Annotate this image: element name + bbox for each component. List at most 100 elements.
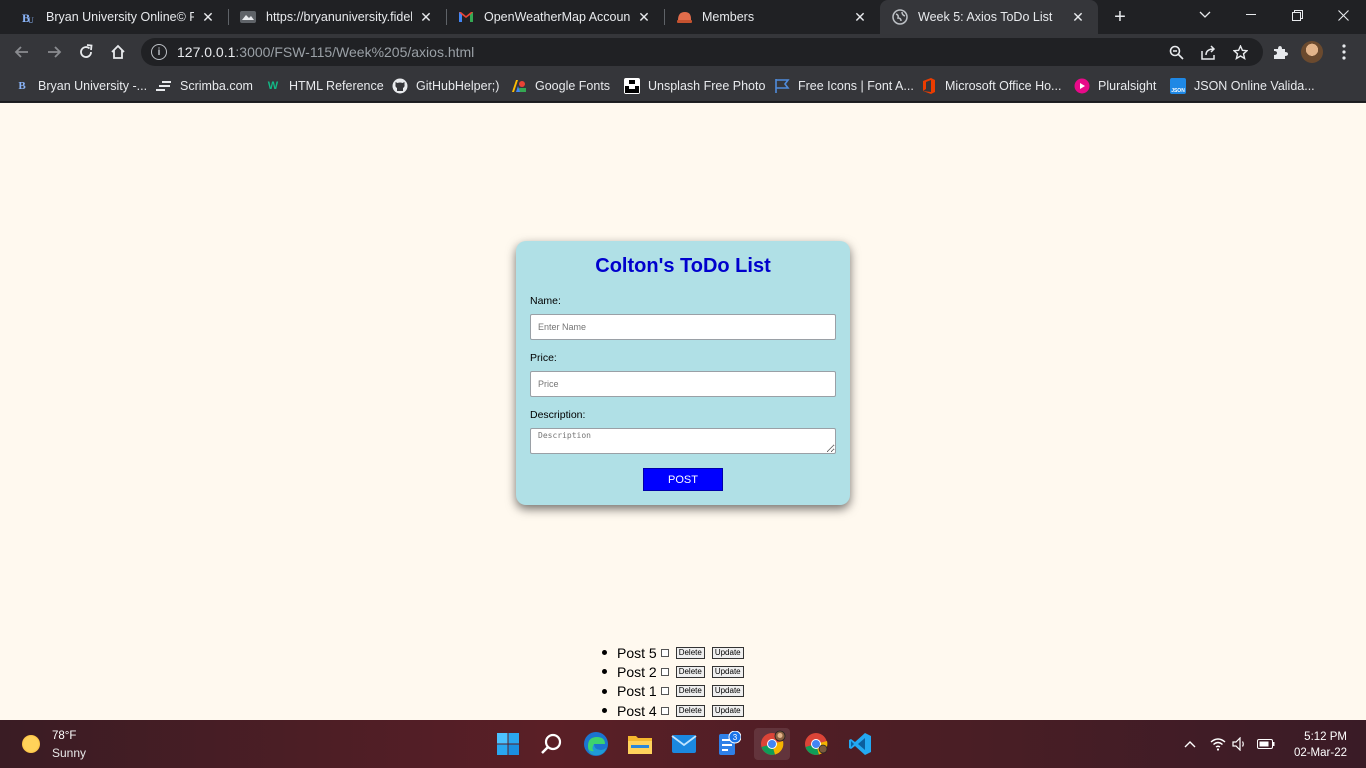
bookmark-label: Unsplash Free Photo [648,79,766,93]
delete-button[interactable]: Delete [675,665,705,678]
update-button[interactable]: Update [711,646,744,659]
description-textarea[interactable] [530,428,836,454]
delete-button[interactable]: Delete [675,646,705,659]
gmail-icon [458,9,474,25]
close-window-icon[interactable] [1320,0,1366,30]
bookmark-label: HTML Reference [289,79,384,93]
reload-icon[interactable] [72,38,100,66]
new-tab-icon[interactable]: + [1109,6,1131,28]
battery-icon[interactable] [1256,734,1276,754]
forward-icon[interactable] [40,38,68,66]
list-item: Post 5 Delete Update [602,643,744,662]
mail-icon[interactable] [668,728,700,760]
bookmark-label: Google Fonts [535,79,611,93]
tab-fidelis[interactable]: https://bryanuniversity.fidelis ✕ [228,0,446,34]
zoom-icon[interactable] [1166,42,1186,62]
vscode-icon[interactable] [844,728,876,760]
todo-item-title: Post 5 [617,644,657,661]
edge-icon[interactable] [580,728,612,760]
update-button[interactable]: Update [711,685,744,698]
bookmark-google-fonts[interactable]: Google Fonts [511,76,610,96]
close-tab-icon[interactable]: ✕ [1070,9,1086,25]
bookmark-office[interactable]: Microsoft Office Ho... [921,76,1061,96]
home-icon[interactable] [104,38,132,66]
bookmark-label: Bryan University -... [38,79,148,93]
wifi-icon[interactable] [1208,734,1228,754]
list-item: Post 4 Delete Update [602,701,744,720]
todo-complete-checkbox[interactable] [660,687,669,696]
close-tab-icon[interactable]: ✕ [636,9,652,25]
todo-item-title: Post 1 [617,683,657,700]
weather-temperature[interactable]: 78°F [52,730,76,742]
menu-kebab-icon[interactable] [1334,42,1354,62]
site-info-icon[interactable]: i [151,44,167,60]
tab-bryan-university[interactable]: BU Bryan University Online© Fo ✕ [8,0,228,34]
file-explorer-icon[interactable] [624,728,656,760]
todo-form-card: Colton's ToDo List Name: Price: Descript… [516,241,850,505]
office-icon [921,78,937,94]
profile-avatar[interactable] [1301,41,1323,63]
weather-description[interactable]: Sunny [52,746,86,760]
tab-title: OpenWeatherMap Account c [484,10,630,24]
chrome-icon[interactable] [800,728,832,760]
volume-icon[interactable] [1230,734,1250,754]
bookmark-star-icon[interactable] [1230,42,1250,62]
windows-taskbar: 78°F Sunny 3 5:12 PM 02-Mar-22 [0,720,1366,768]
update-button[interactable]: Update [711,704,744,717]
system-clock[interactable]: 5:12 PM 02-Mar-22 [1294,729,1347,761]
share-icon[interactable] [1198,42,1218,62]
bookmark-label: JSON Online Valida... [1194,79,1315,93]
restore-icon[interactable] [1274,0,1320,30]
chrome-profile-taskbar-icon[interactable] [754,728,790,760]
tab-axios-todo[interactable]: Week 5: Axios ToDo List ✕ [880,0,1098,34]
tab-title: Week 5: Axios ToDo List [918,10,1053,24]
bookmark-label: Pluralsight [1098,79,1157,93]
back-icon[interactable] [8,38,36,66]
bookmark-scrimba[interactable]: Scrimba.com [156,76,253,96]
tab-strip: BU Bryan University Online© Fo ✕ https:/… [0,0,1366,34]
bookmark-label: Free Icons | Font A... [798,79,914,93]
bookmark-font-awesome[interactable]: Free Icons | Font A... [774,76,914,96]
delete-button[interactable]: Delete [675,685,705,698]
list-item: Post 1 Delete Update [602,682,744,701]
sun-icon[interactable] [22,735,40,753]
address-bar[interactable]: i 127.0.0.1:3000/FSW-115/Week%205/axios.… [141,38,1263,66]
windows-start-icon[interactable] [492,728,524,760]
bookmark-pluralsight[interactable]: Pluralsight [1074,76,1156,96]
minimize-icon[interactable] [1228,0,1274,30]
price-input[interactable] [530,371,836,397]
post-button[interactable]: POST [643,468,723,491]
todo-item-title: Post 2 [617,663,657,680]
unsplash-icon [624,78,640,94]
extensions-icon[interactable] [1270,42,1290,62]
todo-complete-checkbox[interactable] [660,648,669,657]
page-viewport: Colton's ToDo List Name: Price: Descript… [0,103,1366,720]
price-label: Price: [530,352,557,364]
url-text: 127.0.0.1:3000/FSW-115/Week%205/axios.ht… [177,44,475,60]
clock-time: 5:12 PM [1304,731,1347,743]
tab-title: Members [702,10,755,24]
calendar-app-icon[interactable]: 3 [712,728,744,760]
tab-openweathermap[interactable]: OpenWeatherMap Account c ✕ [446,0,664,34]
bookmark-unsplash[interactable]: Unsplash Free Photo [624,76,765,96]
close-tab-icon[interactable]: ✕ [852,9,868,25]
tab-members[interactable]: Members ✕ [664,0,880,34]
close-tab-icon[interactable]: ✕ [418,9,434,25]
bookmark-bryan-university[interactable]: B Bryan University -... [14,76,147,96]
tab-title: Bryan University Online© Fo [46,10,194,24]
bookmark-json-validator[interactable]: JSON JSON Online Valida... [1170,76,1315,96]
bookmark-html-reference[interactable]: W HTML Reference [265,76,384,96]
show-hidden-icons-icon[interactable] [1180,734,1200,754]
tab-search-icon[interactable] [1182,0,1228,30]
google-fonts-icon [511,78,527,94]
delete-button[interactable]: Delete [675,704,705,717]
bookmark-githubhelper[interactable]: GitHubHelper;) [392,76,499,96]
clock-date: 02-Mar-22 [1293,747,1347,759]
json-icon: JSON [1170,78,1186,94]
close-tab-icon[interactable]: ✕ [200,9,216,25]
search-icon[interactable] [536,728,568,760]
name-input[interactable] [530,314,836,340]
todo-complete-checkbox[interactable] [660,667,669,676]
todo-complete-checkbox[interactable] [660,706,669,715]
update-button[interactable]: Update [711,665,744,678]
